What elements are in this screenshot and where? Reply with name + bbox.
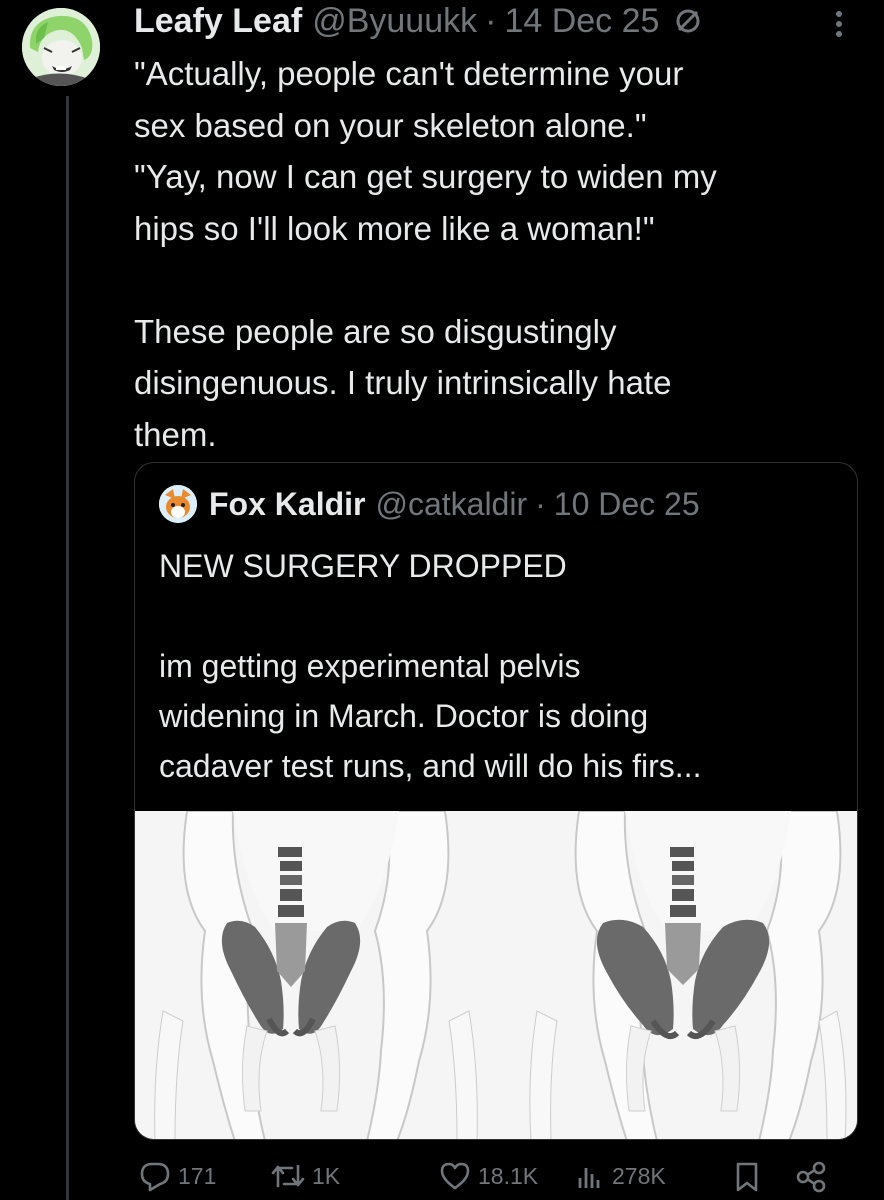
quote-display-name[interactable]: Fox Kaldir [209, 486, 365, 523]
separator-dot: · [535, 485, 546, 522]
like-button[interactable]: 18.1K [438, 1160, 538, 1192]
quote-text: NEW SURGERY DROPPED im getting experimen… [159, 541, 839, 791]
quote-line: im getting experimental pelvis [159, 648, 581, 684]
quote-line: cadaver test runs, and will do his firs.… [159, 748, 702, 784]
separator-dot: · [485, 1, 497, 40]
repost-button[interactable]: 1K [270, 1160, 340, 1192]
post-line: "Actually, people can't determine your [134, 55, 684, 92]
views-count: 278K [612, 1162, 666, 1189]
post-line: sex based on your skeleton alone." [134, 106, 647, 144]
quote-header: Fox Kaldir @catkaldir · 10 Dec 25 [159, 485, 700, 523]
action-bar: 171 1K 18.1K 278K [134, 1160, 858, 1200]
quote-media-image[interactable] [135, 810, 857, 1139]
quote-avatar [159, 485, 197, 523]
quote-line: widening in March. Doctor is doing [159, 698, 649, 734]
post-line: hips so I'll look more like a woman!" [134, 209, 655, 247]
bookmark-icon [736, 1162, 758, 1192]
post-date[interactable]: 14 Dec 25 [504, 2, 659, 41]
reply-button[interactable]: 171 [138, 1160, 216, 1192]
circle-slash-icon [673, 6, 703, 36]
reply-icon [140, 1162, 170, 1192]
quote-handle[interactable]: @catkaldir [375, 486, 527, 523]
repost-count: 1K [312, 1162, 341, 1189]
heart-icon [440, 1162, 470, 1190]
bookmark-button[interactable] [732, 1160, 768, 1194]
post-text: "Actually, people can't determine your s… [134, 48, 854, 460]
more-icon[interactable] [824, 6, 854, 42]
thread-line [66, 96, 69, 1200]
quoted-post-card[interactable]: Fox Kaldir @catkaldir · 10 Dec 25 NEW SU… [134, 462, 858, 1140]
repost-icon [271, 1164, 305, 1188]
post-line: These people are so disgustingly [134, 312, 617, 350]
user-handle[interactable]: @Byuuukk [312, 2, 477, 41]
share-button[interactable] [794, 1160, 834, 1194]
post-line: "Yay, now I can get surgery to widen my [134, 158, 717, 195]
quote-headline: NEW SURGERY DROPPED [159, 548, 567, 584]
display-name[interactable]: Leafy Leaf [134, 2, 302, 41]
views-button[interactable]: 278K [574, 1160, 666, 1192]
post-line: them. [134, 415, 217, 453]
reply-count: 171 [178, 1162, 217, 1189]
user-avatar[interactable] [22, 8, 100, 86]
views-icon [578, 1168, 600, 1188]
post-line: disingenuous. I truly intrinsically hate [134, 364, 672, 401]
post-header: Leafy Leaf @Byuuukk · 14 Dec 25 [134, 0, 703, 42]
share-icon [796, 1161, 826, 1193]
quote-date[interactable]: 10 Dec 25 [554, 486, 700, 523]
like-count: 18.1K [478, 1162, 539, 1189]
